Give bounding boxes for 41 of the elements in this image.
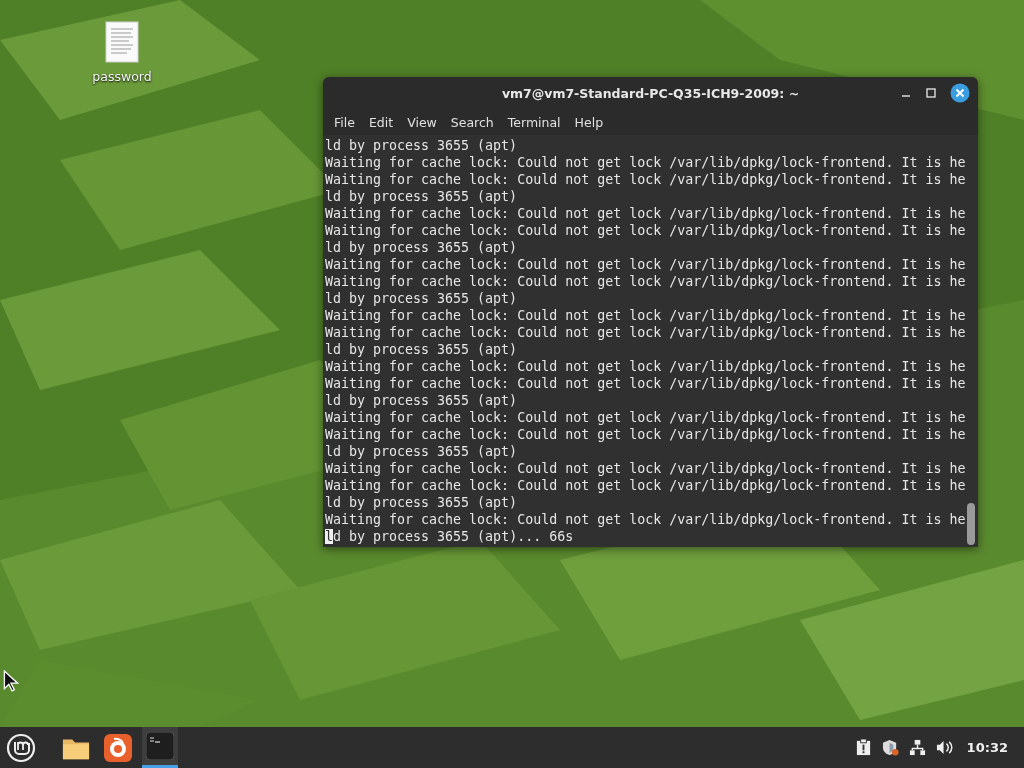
terminal-line: Waiting for cache lock: Could not get lock /var/lib/dpkg/lock-frontend. It is he <box>325 256 967 273</box>
terminal-line: Waiting for cache lock: Could not get lock /var/lib/dpkg/lock-frontend. It is he <box>325 324 967 341</box>
shield-icon[interactable] <box>881 739 899 756</box>
terminal-line: ld by process 3655 (apt)... 66s <box>325 528 575 545</box>
terminal-line: Waiting for cache lock: Could not get lock /var/lib/dpkg/lock-frontend. It is he <box>325 171 967 188</box>
volume-icon[interactable] <box>935 739 953 756</box>
terminal-line: ld by process 3655 (apt) <box>325 239 519 256</box>
close-icon[interactable] <box>950 83 970 103</box>
terminal-line: ld by process 3655 (apt) <box>325 392 519 409</box>
terminal-line: Waiting for cache lock: Could not get lock /var/lib/dpkg/lock-frontend. It is he <box>325 426 967 443</box>
menu-item[interactable]: File <box>327 115 362 130</box>
terminal-line: Waiting for cache lock: Could not get lock /var/lib/dpkg/lock-frontend. It is he <box>325 222 967 239</box>
terminal-line: ld by process 3655 (apt) <box>325 443 519 460</box>
clipboard-icon[interactable] <box>854 739 872 756</box>
terminal-line: ld by process 3655 (apt) <box>325 188 519 205</box>
menu-item[interactable]: Help <box>567 115 611 130</box>
terminal-line: ld by process 3655 (apt) <box>325 494 519 511</box>
terminal-line: Waiting for cache lock: Could not get lock /var/lib/dpkg/lock-frontend. It is he <box>325 511 967 528</box>
terminal-line: Waiting for cache lock: Could not get lock /var/lib/dpkg/lock-frontend. It is he <box>325 358 967 375</box>
menu-item[interactable]: Terminal <box>500 115 568 130</box>
menu-item[interactable]: Edit <box>361 115 401 130</box>
terminal-line: ld by process 3655 (apt) <box>325 341 519 358</box>
terminal-app-button[interactable] <box>142 727 178 768</box>
terminal-line: Waiting for cache lock: Could not get lock /var/lib/dpkg/lock-frontend. It is he <box>325 409 967 426</box>
terminal-line: Waiting for cache lock: Could not get lock /var/lib/dpkg/lock-frontend. It is he <box>325 375 967 392</box>
terminal-line: Waiting for cache lock: Could not get lock /var/lib/dpkg/lock-frontend. It is he <box>325 477 967 494</box>
menu-item[interactable]: Search <box>443 115 501 130</box>
menu-logo-icon[interactable] <box>6 732 36 763</box>
clock[interactable]: 10:32 <box>966 740 1008 755</box>
terminal-line: Waiting for cache lock: Could not get lock /var/lib/dpkg/lock-frontend. It is he <box>325 460 967 477</box>
terminal-line: Waiting for cache lock: Could not get lock /var/lib/dpkg/lock-frontend. It is he <box>325 205 967 222</box>
terminal-line: Waiting for cache lock: Could not get lock /var/lib/dpkg/lock-frontend. It is he <box>325 154 967 171</box>
network-icon[interactable] <box>908 739 926 756</box>
terminal-line: Waiting for cache lock: Could not get lock /var/lib/dpkg/lock-frontend. It is he <box>325 273 967 290</box>
terminal-line: ld by process 3655 (apt) <box>325 290 519 307</box>
maximize-icon[interactable] <box>925 87 937 99</box>
mouse-pointer-icon <box>3 670 19 692</box>
terminal-line: ld by process 3655 (apt) <box>325 137 519 154</box>
window-title: vm7@vm7-Standard-PC-Q35-ICH9-2009: ~ <box>501 86 800 101</box>
menu-item[interactable]: View <box>400 115 444 130</box>
terminal-line: Waiting for cache lock: Could not get lock /var/lib/dpkg/lock-frontend. It is he <box>325 307 967 324</box>
